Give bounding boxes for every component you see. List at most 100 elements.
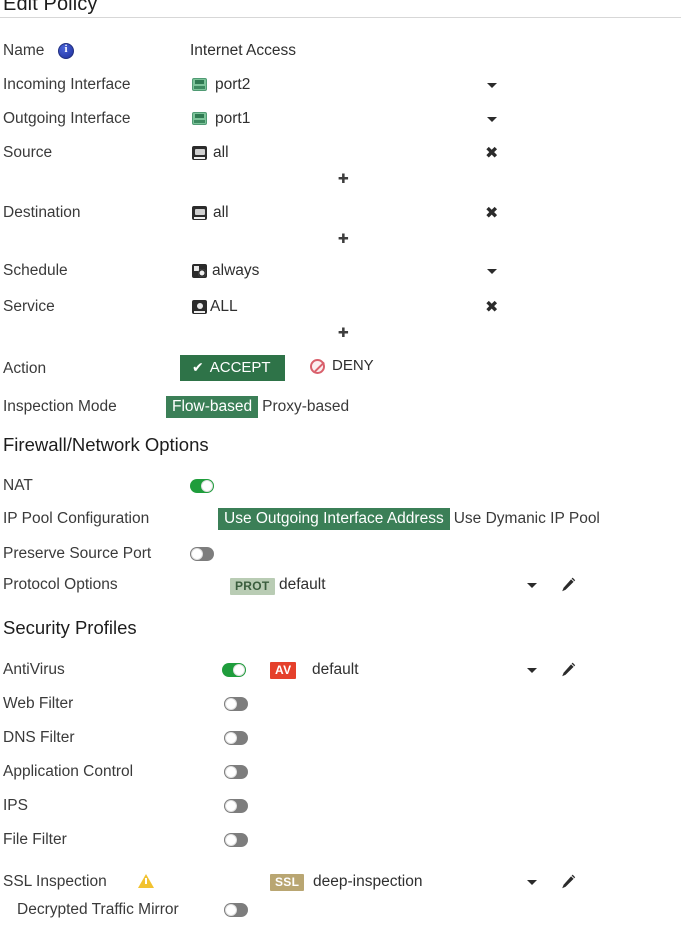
nat-label: NAT	[3, 477, 33, 494]
row-ssl-inspection: SSL Inspection SSL deep-inspection	[0, 871, 681, 897]
application-control-toggle[interactable]	[224, 765, 248, 779]
ips-toggle[interactable]	[224, 799, 248, 813]
address-object-icon	[192, 206, 207, 220]
service-value[interactable]: ALL	[210, 296, 238, 318]
nat-toggle[interactable]	[190, 479, 214, 493]
policy-name-value[interactable]: Internet Access	[190, 40, 296, 62]
header-divider	[0, 17, 681, 18]
destination-label: Destination	[3, 204, 81, 221]
ip-pool-configuration-label: IP Pool Configuration	[3, 510, 150, 527]
destination-remove-icon[interactable]: ✖	[485, 205, 498, 221]
inspection-mode-option-proxy-based[interactable]: Proxy-based	[258, 396, 353, 418]
service-add-icon[interactable]: ✚	[338, 327, 349, 340]
ips-label: IPS	[3, 797, 28, 814]
ethernet-port-icon	[192, 78, 207, 91]
action-label: Action	[3, 360, 47, 377]
destination-add-icon[interactable]: ✚	[338, 233, 349, 246]
source-remove-icon[interactable]: ✖	[485, 145, 498, 161]
decrypted-traffic-mirror-label: Decrypted Traffic Mirror	[17, 901, 179, 918]
decrypted-traffic-mirror-toggle[interactable]	[224, 903, 248, 917]
dialog-header: Edit Policy	[0, 0, 681, 22]
row-schedule: Schedule always	[0, 260, 681, 286]
source-label: Source	[3, 144, 53, 161]
web-filter-label: Web Filter	[3, 695, 74, 712]
application-control-label: Application Control	[3, 763, 134, 780]
schedule-dropdown-icon[interactable]	[487, 269, 497, 274]
preserve-source-port-toggle[interactable]	[190, 547, 214, 561]
row-web-filter: Web Filter	[0, 693, 681, 719]
dns-filter-toggle[interactable]	[224, 731, 248, 745]
ssl-inspection-badge: SSL	[270, 874, 305, 891]
row-name: Name Internet Access	[0, 40, 681, 66]
preserve-source-port-label: Preserve Source Port	[3, 545, 152, 562]
inspection-mode-segmented-control: Flow-based Proxy-based	[166, 396, 353, 418]
antivirus-edit-icon[interactable]	[560, 661, 577, 678]
row-destination: Destination all ✖ ✚	[0, 202, 681, 262]
source-value[interactable]: all	[213, 142, 229, 164]
ip-pool-option-use-outgoing-interface-address[interactable]: Use Outgoing Interface Address	[218, 508, 450, 530]
row-ips: IPS	[0, 795, 681, 821]
protocol-options-label: Protocol Options	[3, 576, 118, 593]
row-inspection-mode: Inspection Mode Flow-based Proxy-based	[0, 396, 681, 422]
file-filter-toggle[interactable]	[224, 833, 248, 847]
toggle-knob	[225, 766, 237, 778]
toggle-knob	[225, 834, 237, 846]
row-decrypted-traffic-mirror: Decrypted Traffic Mirror	[0, 899, 681, 925]
protocol-options-dropdown-icon[interactable]	[527, 583, 537, 588]
destination-value[interactable]: all	[213, 202, 229, 224]
row-service: Service ALL ✖ ✚	[0, 296, 681, 356]
schedule-value[interactable]: always	[212, 260, 259, 282]
ssl-inspection-dropdown-icon[interactable]	[527, 880, 537, 885]
dns-filter-label: DNS Filter	[3, 729, 75, 746]
row-source: Source all ✖ ✚	[0, 142, 681, 202]
incoming-interface-value[interactable]: port2	[215, 74, 250, 96]
row-file-filter: File Filter	[0, 829, 681, 855]
protocol-options-value[interactable]: default	[279, 574, 326, 596]
outgoing-interface-dropdown-icon[interactable]	[487, 117, 497, 122]
protocol-options-edit-icon[interactable]	[560, 576, 577, 593]
antivirus-toggle[interactable]	[222, 663, 246, 677]
row-outgoing-interface: Outgoing Interface port1	[0, 108, 681, 134]
antivirus-dropdown-icon[interactable]	[527, 668, 537, 673]
row-nat: NAT	[0, 475, 681, 501]
ethernet-port-icon	[192, 112, 207, 125]
inspection-mode-label: Inspection Mode	[3, 398, 117, 415]
name-label: Name	[3, 42, 45, 59]
row-incoming-interface: Incoming Interface port2	[0, 74, 681, 100]
ssl-inspection-label: SSL Inspection	[3, 873, 107, 890]
toggle-knob	[191, 548, 203, 560]
row-action: Action ✔ ACCEPT DENY	[0, 355, 681, 385]
outgoing-interface-label: Outgoing Interface	[3, 110, 131, 127]
antivirus-profile-value[interactable]: default	[312, 659, 359, 681]
ssl-inspection-edit-icon[interactable]	[560, 873, 577, 890]
row-protocol-options: Protocol Options PROT default	[0, 574, 681, 600]
ssl-inspection-profile-value[interactable]: deep-inspection	[313, 871, 422, 893]
service-icon	[192, 300, 207, 314]
service-label: Service	[3, 298, 55, 315]
toggle-knob	[233, 664, 245, 676]
ip-pool-option-use-dynamic-ip-pool[interactable]: Use Dymanic IP Pool	[450, 508, 604, 530]
outgoing-interface-value[interactable]: port1	[215, 108, 250, 130]
protocol-options-badge: PROT	[230, 578, 275, 595]
page-title: Edit Policy	[3, 0, 98, 15]
deny-prohibition-icon	[310, 359, 325, 374]
address-object-icon	[192, 146, 207, 160]
web-filter-toggle[interactable]	[224, 697, 248, 711]
incoming-interface-dropdown-icon[interactable]	[487, 83, 497, 88]
action-accept-button[interactable]: ✔ ACCEPT	[180, 355, 285, 381]
warning-triangle-icon	[138, 874, 154, 888]
schedule-icon	[192, 264, 207, 278]
action-deny-button[interactable]: DENY	[332, 353, 374, 379]
incoming-interface-label: Incoming Interface	[3, 76, 131, 93]
service-remove-icon[interactable]: ✖	[485, 299, 498, 315]
schedule-label: Schedule	[3, 262, 68, 279]
inspection-mode-option-flow-based[interactable]: Flow-based	[166, 396, 259, 418]
antivirus-badge: AV	[270, 662, 297, 679]
info-icon[interactable]	[58, 43, 74, 59]
source-add-icon[interactable]: ✚	[338, 173, 349, 186]
toggle-knob	[225, 698, 237, 710]
security-profiles-heading: Security Profiles	[3, 617, 137, 638]
antivirus-label: AntiVirus	[3, 661, 65, 678]
toggle-knob	[225, 904, 237, 916]
row-antivirus: AntiVirus AV default	[0, 659, 681, 685]
